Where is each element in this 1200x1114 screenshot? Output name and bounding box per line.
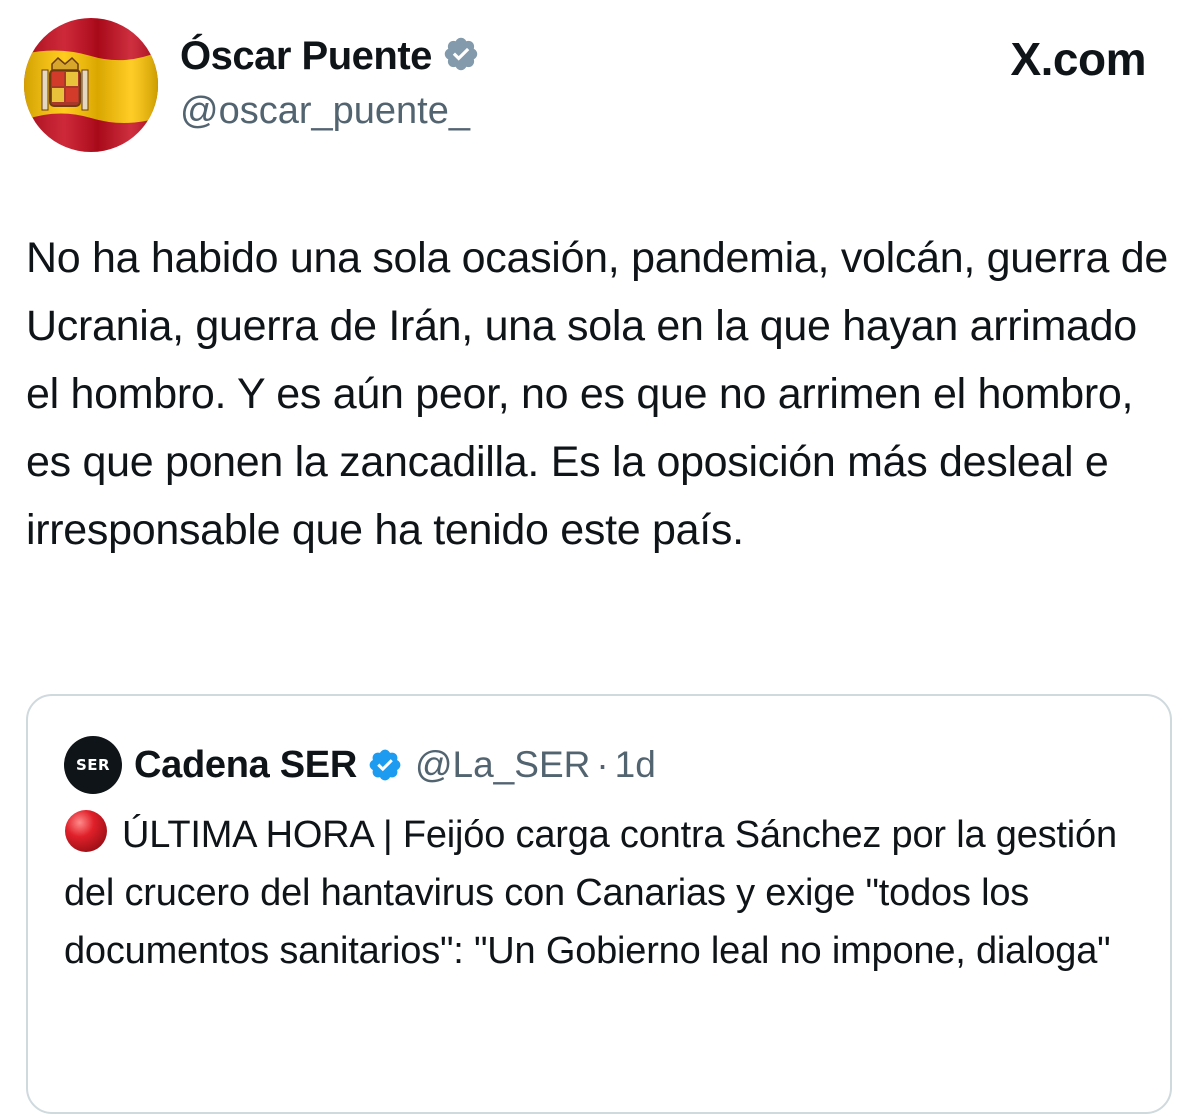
separator-dot: · <box>596 744 609 785</box>
quoted-tweet-card[interactable]: SER Cadena SER @La_SER · 1d ÚLTIMA HORA … <box>26 694 1172 1114</box>
cadena-ser-logo[interactable]: SER <box>64 736 122 794</box>
tweet-text: No ha habido una sola ocasión, pandemia,… <box>26 234 1169 554</box>
avatar[interactable] <box>24 18 158 152</box>
author-handle[interactable]: @oscar_puente_ <box>180 90 470 133</box>
spanish-flag-icon <box>24 18 158 152</box>
author-name-text: Óscar Puente <box>180 34 432 78</box>
quoted-tweet-header: SER Cadena SER @La_SER · 1d <box>64 736 656 794</box>
verified-badge-icon <box>369 749 401 781</box>
quoted-tweet-text-block: ÚLTIMA HORA | Feijóo carga contra Sánche… <box>64 806 1144 980</box>
brand-label: X.com <box>1010 33 1146 85</box>
quoted-author-name[interactable]: Cadena SER <box>134 744 357 787</box>
quoted-tweet-time[interactable]: 1d <box>615 744 656 786</box>
author-name[interactable]: Óscar Puente <box>180 34 480 79</box>
quoted-tweet-text: ÚLTIMA HORA | Feijóo carga contra Sánche… <box>64 814 1117 972</box>
verified-badge-icon <box>444 37 478 71</box>
quoted-author-handle[interactable]: @La_SER <box>415 744 590 786</box>
cadena-ser-logo-text: SER <box>75 756 111 774</box>
red-circle-icon <box>65 810 107 852</box>
